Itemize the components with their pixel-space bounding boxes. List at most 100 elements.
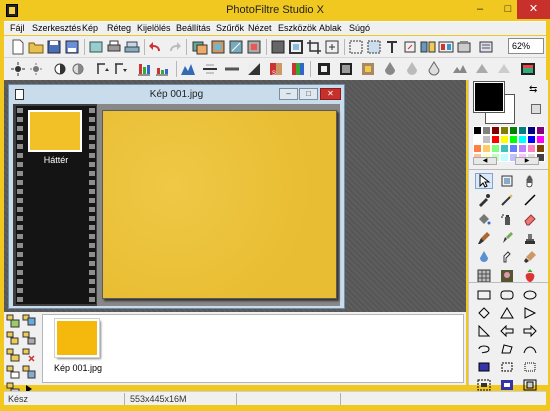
layer-thumbnail[interactable]	[28, 110, 82, 152]
color-swatch[interactable]	[500, 153, 509, 162]
copy-image-icon[interactable]	[192, 39, 208, 55]
selection-mode-icon[interactable]	[475, 360, 493, 374]
animation-icon[interactable]	[438, 39, 454, 55]
crop-icon[interactable]	[306, 39, 322, 55]
palette-next-arrow[interactable]: ▶	[515, 157, 539, 165]
fill-icon[interactable]	[270, 39, 286, 55]
paste-image-icon[interactable]	[210, 39, 226, 55]
menu-layer[interactable]: Réteg	[105, 23, 133, 33]
magic-wand-icon[interactable]	[498, 192, 516, 208]
palette-prev-arrow[interactable]: ◀	[473, 157, 497, 165]
contrast-up-icon[interactable]	[52, 61, 68, 77]
layer-down-icon[interactable]	[22, 331, 36, 345]
brightness-up-icon[interactable]	[10, 61, 26, 77]
color-swatch[interactable]	[509, 135, 518, 144]
saturation-up-icon[interactable]	[136, 61, 152, 77]
layer-up-icon[interactable]	[6, 331, 20, 345]
delete-layer-icon[interactable]	[22, 348, 36, 362]
rounded-rectangle-shape-icon[interactable]	[498, 288, 516, 302]
soften-icon[interactable]	[426, 61, 442, 77]
sky-icon[interactable]	[496, 61, 512, 77]
selection-add-icon[interactable]	[498, 360, 516, 374]
new-layer-icon[interactable]	[6, 314, 20, 328]
color-swatch[interactable]	[473, 126, 482, 135]
image-canvas[interactable]	[102, 110, 337, 299]
pointer-tool-icon[interactable]	[475, 173, 493, 189]
color-swatch[interactable]	[500, 126, 509, 135]
menu-adjust[interactable]: Beállítás	[174, 23, 213, 33]
fill-bucket-icon[interactable]	[475, 211, 493, 227]
emboss-icon[interactable]	[452, 61, 468, 77]
rgb-icon[interactable]	[290, 61, 306, 77]
image-thumbnail[interactable]	[54, 318, 100, 358]
menu-view[interactable]: Nézet	[246, 23, 274, 33]
ellipse-shape-icon[interactable]	[521, 288, 539, 302]
import-icon[interactable]	[88, 39, 104, 55]
minimize-button[interactable]: –	[466, 0, 494, 19]
image-size-icon[interactable]	[228, 39, 244, 55]
color-swatch[interactable]	[491, 135, 500, 144]
color-swatch[interactable]	[518, 144, 527, 153]
color-swatch[interactable]	[482, 126, 491, 135]
gamma-up-icon[interactable]	[94, 61, 110, 77]
color-swatch[interactable]	[527, 144, 536, 153]
layer-options-icon[interactable]	[22, 365, 36, 379]
new-icon[interactable]	[10, 39, 26, 55]
document-minimize-button[interactable]: –	[279, 88, 298, 100]
smudge-icon[interactable]	[498, 249, 516, 265]
brightness-down-icon[interactable]	[28, 61, 44, 77]
invert-icon[interactable]	[246, 61, 262, 77]
canvas-size-icon[interactable]	[246, 39, 262, 55]
open-icon[interactable]	[28, 39, 44, 55]
selection-shrink-icon[interactable]	[498, 378, 516, 392]
color-swatch[interactable]	[473, 135, 482, 144]
hand-tool-icon[interactable]	[521, 173, 539, 189]
transform-icon[interactable]	[402, 39, 418, 55]
selection-invert-icon[interactable]	[521, 378, 539, 392]
selection-subtract-icon[interactable]	[521, 360, 539, 374]
color-swatch[interactable]	[518, 135, 527, 144]
menu-selection[interactable]: Kijelölés	[135, 23, 173, 33]
color-swatch[interactable]	[473, 144, 482, 153]
bezier-shape-icon[interactable]	[521, 342, 539, 356]
color-swatch[interactable]	[536, 135, 545, 144]
texture-icon[interactable]	[360, 61, 376, 77]
frame-icon[interactable]	[288, 39, 304, 55]
merge-layer-icon[interactable]	[6, 348, 20, 362]
fit-icon[interactable]	[324, 39, 340, 55]
foreground-color[interactable]	[473, 81, 505, 113]
layer-properties-icon[interactable]	[6, 365, 20, 379]
zoom-field[interactable]: 62%	[508, 38, 544, 54]
saturation-down-icon[interactable]	[154, 61, 170, 77]
selection-tool-icon[interactable]	[498, 173, 516, 189]
triangle-right-shape-icon[interactable]	[521, 306, 539, 320]
color-swatch[interactable]	[527, 126, 536, 135]
menu-image[interactable]: Kép	[80, 23, 100, 33]
compare-icon[interactable]	[420, 39, 436, 55]
clone-brush-icon[interactable]	[521, 249, 539, 265]
lasso-shape-icon[interactable]	[475, 342, 493, 356]
scan-icon[interactable]	[124, 39, 140, 55]
color-swatch[interactable]	[509, 144, 518, 153]
advanced-brush-icon[interactable]	[498, 230, 516, 246]
contrast-down-icon[interactable]	[70, 61, 86, 77]
color-swatch[interactable]	[527, 135, 536, 144]
border-icon[interactable]	[338, 61, 354, 77]
triangle-shape-icon[interactable]	[498, 306, 516, 320]
auto-contrast-icon[interactable]	[202, 61, 218, 77]
color-swatch[interactable]	[509, 126, 518, 135]
grayscale-icon[interactable]	[224, 61, 240, 77]
menu-help[interactable]: Súgó	[347, 23, 372, 33]
spray-icon[interactable]	[498, 211, 516, 227]
color-swatch[interactable]	[536, 126, 545, 135]
rectangle-shape-icon[interactable]	[475, 288, 493, 302]
menu-edit[interactable]: Szerkesztés	[30, 23, 83, 33]
document-restore-button[interactable]: □	[299, 88, 318, 100]
selection-grow-icon[interactable]	[475, 378, 493, 392]
eraser-icon[interactable]	[521, 211, 539, 227]
gamma-down-icon[interactable]	[112, 61, 128, 77]
reset-colors-icon[interactable]	[531, 104, 541, 114]
color-swatch[interactable]	[500, 135, 509, 144]
frame-filter-icon[interactable]	[316, 61, 332, 77]
document-close-button[interactable]: ✕	[320, 88, 341, 100]
